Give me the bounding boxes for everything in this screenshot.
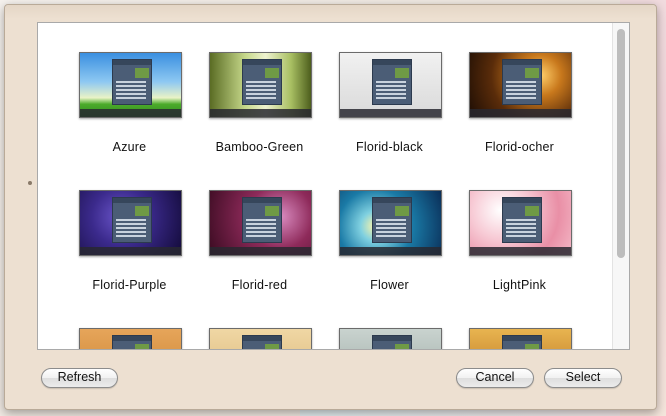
- thumbnail-preview-panel: [242, 197, 282, 243]
- thumbnail-preview-image: [265, 206, 279, 216]
- theme-label: Florid-Purple: [92, 278, 167, 292]
- thumbnail-preview-panel: [502, 197, 542, 243]
- thumbnail-preview-image: [395, 68, 409, 78]
- theme-thumbnail[interactable]: [79, 328, 182, 349]
- thumbnail-toolbar: [470, 247, 571, 255]
- thumbnail-preview-panel: [112, 335, 152, 349]
- thumbnail-preview-header: [113, 60, 151, 65]
- thumbnail-preview-panel: [502, 335, 542, 349]
- thumbnail-preview-image: [265, 68, 279, 78]
- theme-label: Florid-red: [231, 278, 288, 292]
- theme-thumbnail[interactable]: [469, 52, 572, 118]
- theme-thumbnail[interactable]: [209, 190, 312, 256]
- thumbnail-preview-header: [243, 60, 281, 65]
- theme-thumbnail[interactable]: [339, 52, 442, 118]
- thumbnail-preview-image: [525, 344, 539, 349]
- thumbnail-toolbar: [80, 109, 181, 117]
- thumbnail-preview-image: [135, 68, 149, 78]
- thumbnail-preview-image: [395, 344, 409, 349]
- thumbnail-preview-header: [113, 198, 151, 203]
- theme-picker-dialog: Azure Bamboo-Green Florid-black Florid-oche…: [4, 4, 657, 410]
- thumbnail-preview-header: [113, 336, 151, 341]
- theme-label: Azure: [112, 140, 147, 154]
- scrollbar-thumb[interactable]: [617, 29, 625, 258]
- thumbnail-preview-image: [265, 344, 279, 349]
- thumbnail-preview-panel: [112, 59, 152, 105]
- thumbnail-preview-header: [243, 336, 281, 341]
- thumbnail-toolbar: [210, 109, 311, 117]
- theme-list-panel[interactable]: Azure Bamboo-Green Florid-black Florid-oche…: [37, 22, 630, 350]
- thumbnail-preview-image: [395, 206, 409, 216]
- thumbnail-preview-header: [503, 60, 541, 65]
- theme-label: Florid-ocher: [484, 140, 555, 154]
- theme-thumbnail[interactable]: [469, 190, 572, 256]
- thumbnail-preview-header: [373, 336, 411, 341]
- theme-thumbnail[interactable]: [79, 52, 182, 118]
- select-button[interactable]: Select: [544, 368, 622, 388]
- thumbnail-toolbar: [470, 109, 571, 117]
- thumbnail-toolbar: [80, 247, 181, 255]
- vertical-scrollbar[interactable]: [612, 23, 629, 349]
- thumbnail-preview-text: [246, 219, 276, 221]
- theme-thumbnail[interactable]: [339, 328, 442, 349]
- theme-label: Florid-black: [356, 140, 423, 154]
- thumbnail-preview-text: [376, 219, 406, 221]
- thumbnail-toolbar: [340, 109, 441, 117]
- thumbnail-preview-text: [506, 81, 536, 83]
- thumbnail-preview-header: [243, 198, 281, 203]
- thumbnail-preview-image: [525, 206, 539, 216]
- theme-thumbnail[interactable]: [469, 328, 572, 349]
- thumbnail-toolbar: [210, 247, 311, 255]
- theme-thumbnail[interactable]: [339, 190, 442, 256]
- thumbnail-preview-panel: [372, 335, 412, 349]
- thumbnail-preview-text: [506, 219, 536, 221]
- thumbnail-preview-header: [373, 198, 411, 203]
- theme-thumbnail[interactable]: [209, 52, 312, 118]
- thumbnail-preview-header: [503, 198, 541, 203]
- thumbnail-preview-panel: [372, 59, 412, 105]
- refresh-button[interactable]: Refresh: [41, 368, 118, 388]
- thumbnail-preview-header: [503, 336, 541, 341]
- thumbnail-preview-text: [116, 81, 146, 83]
- thumbnail-preview-image: [135, 206, 149, 216]
- thumbnail-preview-image: [525, 68, 539, 78]
- thumbnail-preview-header: [373, 60, 411, 65]
- thumbnail-preview-panel: [372, 197, 412, 243]
- thumbnail-preview-image: [135, 344, 149, 349]
- theme-label: Flower: [370, 278, 409, 292]
- thumbnail-preview-panel: [242, 335, 282, 349]
- theme-thumbnail[interactable]: [79, 190, 182, 256]
- thumbnail-preview-text: [116, 219, 146, 221]
- thumbnail-preview-text: [246, 81, 276, 83]
- theme-grid: Azure Bamboo-Green Florid-black Florid-oche…: [38, 23, 612, 349]
- theme-label: LightPink: [492, 278, 547, 292]
- thumbnail-preview-panel: [112, 197, 152, 243]
- cancel-button[interactable]: Cancel: [456, 368, 534, 388]
- thumbnail-preview-text: [376, 81, 406, 83]
- thumbnail-preview-panel: [502, 59, 542, 105]
- thumbnail-preview-panel: [242, 59, 282, 105]
- resize-grip-icon[interactable]: [28, 181, 32, 185]
- theme-label: Bamboo-Green: [215, 140, 304, 154]
- dialog-title-bar: [5, 5, 656, 19]
- theme-thumbnail[interactable]: [209, 328, 312, 349]
- thumbnail-toolbar: [340, 247, 441, 255]
